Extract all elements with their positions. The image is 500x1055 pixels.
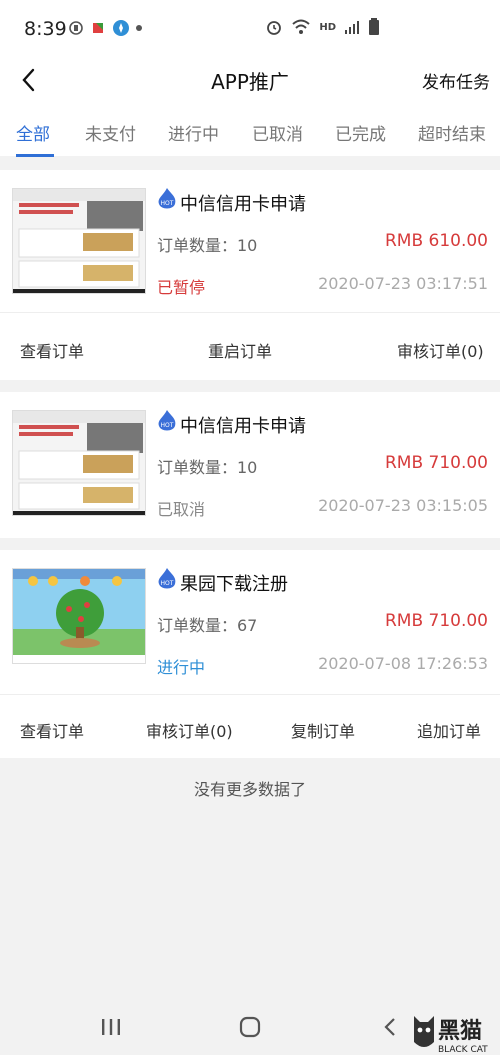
tab-timeout[interactable]: 超时结束	[418, 120, 486, 145]
order-title: 中信信用卡申请	[180, 194, 306, 215]
tab-cancelled[interactable]: 已取消	[252, 120, 303, 145]
hot-flame-icon: HOT	[158, 410, 176, 431]
credit-card-ad-thumbnail-icon	[12, 188, 146, 294]
recent-apps-icon[interactable]	[100, 1016, 122, 1038]
review-order-button[interactable]: 审核订单(0)	[146, 718, 233, 742]
order-status: 进行中	[157, 658, 206, 677]
orchard-game-thumbnail-icon	[12, 568, 146, 664]
order-status: 已暂停	[157, 278, 206, 297]
app-notification-icon	[93, 23, 103, 33]
wifi-icon	[292, 19, 310, 34]
order-quantity: 订单数量：67	[157, 616, 258, 635]
hot-flame-icon: HOT	[158, 188, 176, 209]
copy-order-button[interactable]: 复制订单	[291, 718, 355, 742]
black-cat-watermark: 黑猫 BLACK CAT	[408, 1012, 500, 1055]
tab-bar: 全部 未支付 进行中 已取消 已完成 超时结束	[0, 102, 500, 157]
review-order-button[interactable]: 审核订单(0)	[397, 338, 484, 362]
notification-icons	[68, 19, 142, 37]
alarm-icon	[267, 21, 282, 35]
status-bar: 8:39 HD	[0, 0, 500, 58]
battery-icon	[369, 18, 379, 35]
publish-task-button[interactable]: 发布任务	[422, 68, 490, 93]
tab-completed[interactable]: 已完成	[335, 120, 386, 145]
no-more-data-text: 没有更多数据了	[193, 780, 306, 799]
signal-icon	[345, 21, 359, 34]
view-order-button[interactable]: 查看订单	[20, 718, 84, 742]
status-time: 8:39	[24, 18, 67, 40]
order-date: 2020-07-23 03:15:05	[318, 496, 488, 515]
order-card[interactable]: HOT 中信信用卡申请 订单数量：10 RMB 710.00 已取消 2020-…	[0, 392, 500, 538]
order-status: 已取消	[157, 500, 206, 519]
order-price: RMB 710.00	[384, 611, 488, 631]
order-title: 中信信用卡申请	[180, 416, 306, 437]
restart-order-button[interactable]: 重启订单	[208, 338, 272, 362]
order-card[interactable]: HOT 果园下载注册 订单数量：67 RMB 710.00 进行中 2020-0…	[0, 550, 500, 758]
more-notifications-dot	[136, 25, 142, 31]
tab-in-progress[interactable]: 进行中	[168, 120, 219, 145]
svg-text:HOT: HOT	[161, 580, 174, 587]
order-quantity: 订单数量：10	[157, 236, 258, 255]
order-quantity: 订单数量：10	[157, 458, 258, 477]
order-card[interactable]: HOT 中信信用卡申请 订单数量：10 RMB 610.00 已暂停 2020-…	[0, 170, 500, 380]
order-date: 2020-07-08 17:26:53	[318, 654, 488, 673]
hot-flame-icon: HOT	[158, 568, 176, 589]
nav-back-icon[interactable]	[382, 1016, 398, 1038]
divider	[0, 694, 500, 695]
tab-unpaid[interactable]: 未支付	[85, 120, 136, 145]
order-title: 果园下载注册	[180, 574, 288, 595]
credit-card-ad-thumbnail-icon	[12, 410, 146, 516]
system-icons: HD	[265, 18, 380, 36]
home-icon[interactable]	[239, 1016, 261, 1038]
hd-indicator: HD	[319, 21, 336, 33]
active-tab-indicator	[16, 154, 54, 157]
watermark-text: 黑猫	[438, 1019, 482, 1044]
svg-text:HOT: HOT	[161, 200, 174, 207]
divider	[0, 312, 500, 313]
phone-notification-icon	[69, 21, 83, 35]
append-order-button[interactable]: 追加订单	[417, 718, 481, 742]
compass-notification-icon	[113, 20, 129, 36]
tab-all[interactable]: 全部	[16, 120, 50, 145]
svg-text:HOT: HOT	[161, 422, 174, 429]
header: APP推广 发布任务	[0, 58, 500, 102]
order-price: RMB 710.00	[384, 453, 488, 473]
view-order-button[interactable]: 查看订单	[20, 338, 84, 362]
order-price: RMB 610.00	[384, 231, 488, 251]
order-date: 2020-07-23 03:17:51	[318, 274, 488, 293]
watermark-subtext: BLACK CAT	[438, 1045, 488, 1055]
